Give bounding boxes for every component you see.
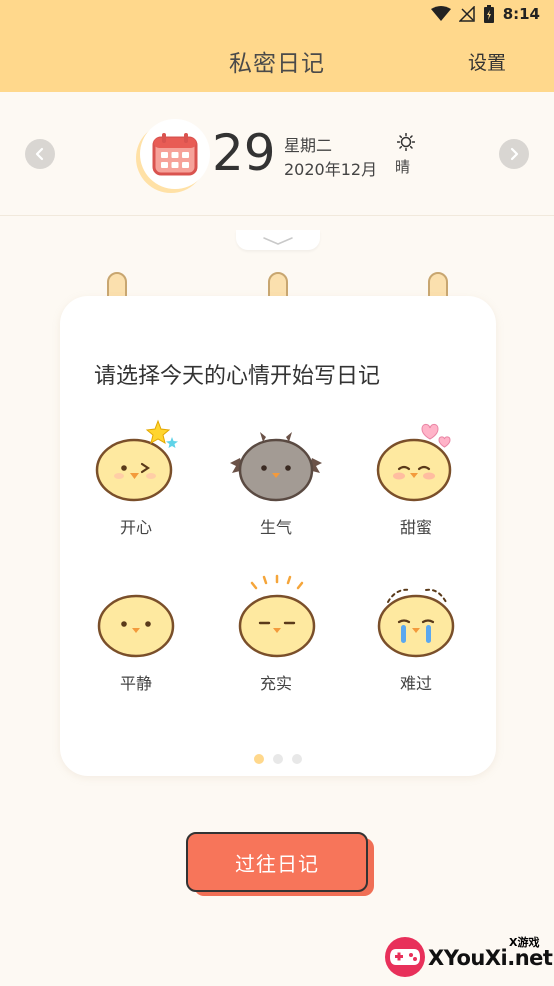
mood-option-happy[interactable]: 开心 <box>86 418 186 538</box>
calm-chick-icon <box>97 594 175 658</box>
fulfilled-chick-icon <box>238 574 316 658</box>
page-dot-active[interactable] <box>254 754 264 764</box>
mood-card: 请选择今天的心情开始写日记 开心 生气 甜蜜 平静 充实 难过 <box>60 296 496 776</box>
angry-chick-icon <box>230 432 322 502</box>
page-indicator <box>60 754 496 764</box>
next-day-button[interactable] <box>499 139 529 169</box>
year-month-label: 2020年12月 <box>284 160 378 179</box>
gamepad-logo-icon <box>385 937 425 977</box>
mood-prompt: 请选择今天的心情开始写日记 <box>94 364 381 389</box>
weather-label: 晴 <box>395 158 411 176</box>
past-diaries-label: 过往日记 <box>186 832 368 892</box>
sun-icon <box>397 133 415 151</box>
sweet-chick-icon <box>376 423 452 502</box>
no-signal-icon <box>458 6 475 22</box>
mood-option-angry[interactable]: 生气 <box>226 418 326 538</box>
date-strip: 29 星期二 2020年12月 晴 <box>0 92 554 216</box>
sad-chick-icon <box>377 588 455 658</box>
watermark-main-text: XYouXi.net <box>428 946 553 970</box>
page-dot[interactable] <box>273 754 283 764</box>
battery-icon <box>483 5 494 23</box>
mood-label: 充实 <box>259 674 292 693</box>
site-watermark: X游戏 XYouXi.net <box>384 932 553 982</box>
previous-day-button[interactable] <box>25 139 55 169</box>
page-dot[interactable] <box>292 754 302 764</box>
mood-label: 平静 <box>119 674 152 693</box>
happy-chick-icon <box>95 419 178 502</box>
calendar-icon <box>152 133 198 176</box>
chevron-right-icon <box>510 147 519 161</box>
status-bar: 8:14 <box>0 0 554 30</box>
wifi-icon <box>430 6 451 21</box>
chevron-left-icon <box>35 147 44 161</box>
day-number: 29 <box>212 124 276 182</box>
weekday-label: 星期二 <box>284 136 333 155</box>
app-bar: 私密日记 设置 <box>0 30 554 92</box>
mood-option-sad[interactable]: 难过 <box>366 574 466 694</box>
mood-option-sweet[interactable]: 甜蜜 <box>366 418 466 538</box>
mood-label: 甜蜜 <box>399 518 432 537</box>
mood-option-calm[interactable]: 平静 <box>86 574 186 694</box>
chevron-down-icon <box>263 237 293 245</box>
settings-button[interactable]: 设置 <box>468 48 506 75</box>
calendar-button[interactable] <box>140 119 210 189</box>
mood-label: 难过 <box>399 674 432 693</box>
mood-option-fulfilled[interactable]: 充实 <box>226 574 326 694</box>
mood-label: 开心 <box>119 518 152 537</box>
status-time: 8:14 <box>502 5 540 23</box>
mood-label: 生气 <box>259 518 292 537</box>
expand-calendar-tab[interactable] <box>236 230 320 250</box>
status-icons: 8:14 <box>430 5 540 23</box>
past-diaries-button[interactable]: 过往日记 <box>186 832 374 896</box>
